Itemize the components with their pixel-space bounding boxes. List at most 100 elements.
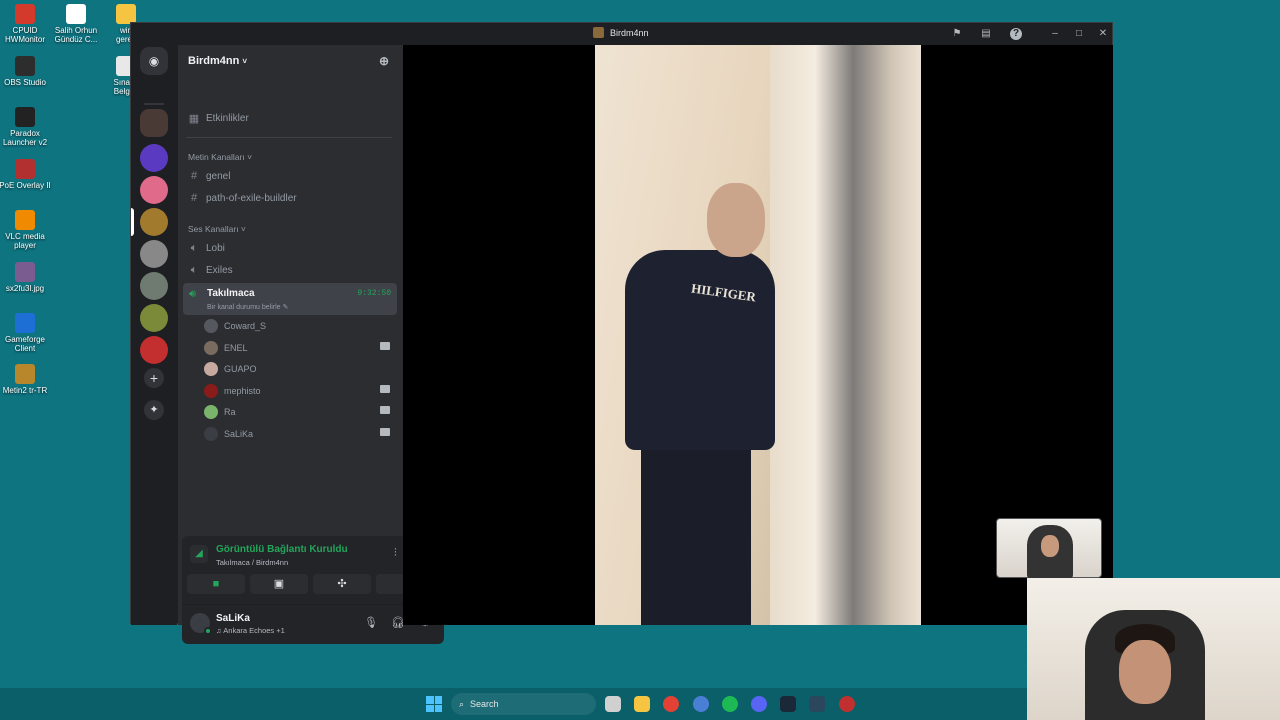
search-icon: ⌕ — [459, 698, 465, 709]
discord-window: Birdm4nn ⚑ ▤ ? – □ ✕ ◉ + ✦ Birdm4nn ˅ ⊕ … — [130, 22, 1113, 644]
app-icon — [15, 364, 35, 384]
desktop-icon-label: sx2fu3l.jpg — [5, 284, 45, 293]
events-item[interactable]: ▦ Etkinlikler — [184, 108, 396, 128]
avatar — [204, 405, 218, 419]
desktop-icon-label: Metin2 tr-TR — [2, 386, 48, 395]
microphone-icon[interactable]: 🎙︎ — [363, 616, 379, 632]
pencil-icon: ✎ — [282, 304, 289, 311]
desktop-icon-label: Paradox Launcher v2 — [2, 129, 48, 147]
voice-member[interactable]: Ra — [204, 403, 394, 421]
desktop-icon-label: Salih Orhun Gündüz C... — [54, 26, 98, 44]
user-activity-text: Ankara Echoes +1 — [223, 626, 285, 635]
user-name[interactable]: SaLiKa — [216, 613, 250, 624]
app-blue-icon[interactable] — [692, 696, 709, 712]
desktop-icon[interactable]: Gameforge Client — [0, 313, 52, 353]
desktop-icon[interactable]: Salih Orhun Gündüz C... — [49, 4, 103, 44]
server-avatar[interactable] — [140, 176, 168, 204]
rail-separator — [144, 103, 164, 105]
speaker-icon: 🔈︎ — [190, 241, 198, 254]
voice-member[interactable]: Coward_S — [204, 317, 394, 335]
voice-member[interactable]: ENEL — [204, 339, 394, 357]
desktop-icon-label: VLC media player — [5, 232, 45, 250]
channel-timer: 9:32:50 — [357, 289, 391, 298]
voice-category[interactable]: Ses Kanalları ˅ — [188, 224, 246, 234]
pip-face — [1041, 535, 1059, 557]
chrome-icon[interactable] — [663, 696, 680, 712]
noise-suppression-icon[interactable]: ⫶ — [394, 547, 397, 560]
avatar — [204, 340, 218, 355]
server-folder[interactable] — [140, 109, 168, 137]
server-avatar[interactable] — [140, 272, 168, 300]
desktop-icon[interactable]: PoE Overlay II — [0, 159, 52, 190]
taskbar-search[interactable]: ⌕ Search — [451, 693, 596, 715]
server-avatar[interactable] — [140, 304, 168, 332]
channel-genel[interactable]: # genel — [184, 166, 396, 186]
server-avatar[interactable] — [140, 144, 168, 172]
signal-icon[interactable]: ◢ — [190, 545, 208, 563]
desktop-icon[interactable]: OBS Studio — [0, 56, 52, 87]
screen-share-button[interactable]: ▣ — [250, 574, 308, 594]
server-avatar-active[interactable] — [140, 208, 168, 236]
voice-channel-exiles[interactable]: 🔈︎ Exiles — [184, 260, 396, 280]
camera-button[interactable]: ■ — [187, 574, 245, 594]
app-icon — [15, 313, 35, 333]
help-icon[interactable]: ? — [1010, 28, 1022, 40]
add-server-icon[interactable]: + — [144, 368, 164, 388]
desktop-icon-label: PoE Overlay II — [0, 181, 51, 190]
channel-sidebar: Birdm4nn ˅ ⊕ ▦ Etkinlikler Metin Kanalla… — [178, 45, 444, 644]
invite-icon[interactable]: ⊕ — [379, 54, 389, 68]
desktop-icon[interactable]: Metin2 tr-TR — [0, 364, 52, 395]
voice-member[interactable]: SaLiKa — [204, 425, 394, 443]
server-avatar[interactable] — [140, 240, 168, 268]
self-video-pip[interactable] — [996, 518, 1102, 579]
task-view-icon[interactable] — [605, 696, 621, 712]
discord-icon[interactable] — [751, 696, 767, 712]
steam-2-icon[interactable] — [809, 696, 826, 712]
discover-icon[interactable]: ✦ — [144, 400, 164, 420]
voice-member[interactable]: GUAPO — [204, 360, 394, 378]
desktop-icon[interactable]: CPUID HWMonitor — [0, 4, 52, 44]
channel-label: Exiles — [206, 264, 233, 276]
start-button[interactable] — [426, 696, 442, 712]
discord-home-icon[interactable]: ◉ — [140, 47, 168, 75]
app-red-icon[interactable] — [838, 696, 855, 712]
steam-icon[interactable] — [780, 696, 797, 712]
speaker-icon: 🔈︎ — [190, 263, 198, 276]
window-title: Birdm4nn — [593, 27, 649, 38]
guild-header[interactable]: Birdm4nn ˅ ⊕ — [178, 45, 403, 77]
activities-button[interactable]: ✣ — [313, 574, 371, 594]
connection-status[interactable]: Görüntülü Bağlantı Kuruldu — [216, 544, 348, 555]
online-status-icon — [204, 627, 212, 635]
voice-channel-lobi[interactable]: 🔈︎ Lobi — [184, 238, 396, 258]
desktop-icon[interactable]: sx2fu3l.jpg — [0, 262, 52, 293]
app-icon — [15, 4, 35, 24]
text-category[interactable]: Metin Kanalları ˅ — [188, 152, 252, 162]
video-feed-main[interactable]: HILFIGER — [595, 45, 921, 625]
channel-label: path-of-exile-buildler — [206, 192, 297, 204]
maximize-button[interactable]: □ — [1072, 27, 1086, 41]
desktop-icon[interactable]: Paradox Launcher v2 — [0, 107, 52, 147]
app-icon — [15, 107, 35, 127]
inbox-icon[interactable]: ▤ — [979, 27, 993, 41]
member-name: SaLiKa — [224, 428, 254, 439]
search-label: Search — [470, 699, 499, 709]
flag-icon[interactable]: ⚑ — [950, 27, 964, 41]
close-button[interactable]: ✕ — [1096, 27, 1110, 41]
channel-status[interactable]: Bir kanal durumu belirle ✎ — [207, 303, 288, 311]
file-explorer-icon[interactable] — [634, 696, 651, 712]
minimize-button[interactable]: – — [1048, 27, 1062, 41]
server-avatar[interactable] — [140, 336, 168, 364]
avatar — [204, 383, 218, 398]
voice-member[interactable]: mephisto — [204, 382, 394, 400]
video-camera-icon — [380, 384, 390, 393]
video-stage[interactable]: HILFIGER — [403, 45, 1113, 625]
app-icon — [15, 56, 35, 76]
spotify-icon[interactable] — [721, 696, 738, 712]
active-voice-channel[interactable]: 🔊︎ Takılmaca 9:32:50 Bir kanal durumu be… — [183, 283, 397, 315]
app-icon — [15, 159, 35, 179]
desktop-icon[interactable]: VLC media player — [0, 210, 52, 250]
window-title-text: Birdm4nn — [610, 27, 649, 38]
avatar — [204, 362, 218, 376]
channel-path-of-exile[interactable]: # path-of-exile-buildler — [184, 188, 396, 208]
connection-channel[interactable]: Takılmaca / Birdm4nn — [216, 558, 288, 567]
